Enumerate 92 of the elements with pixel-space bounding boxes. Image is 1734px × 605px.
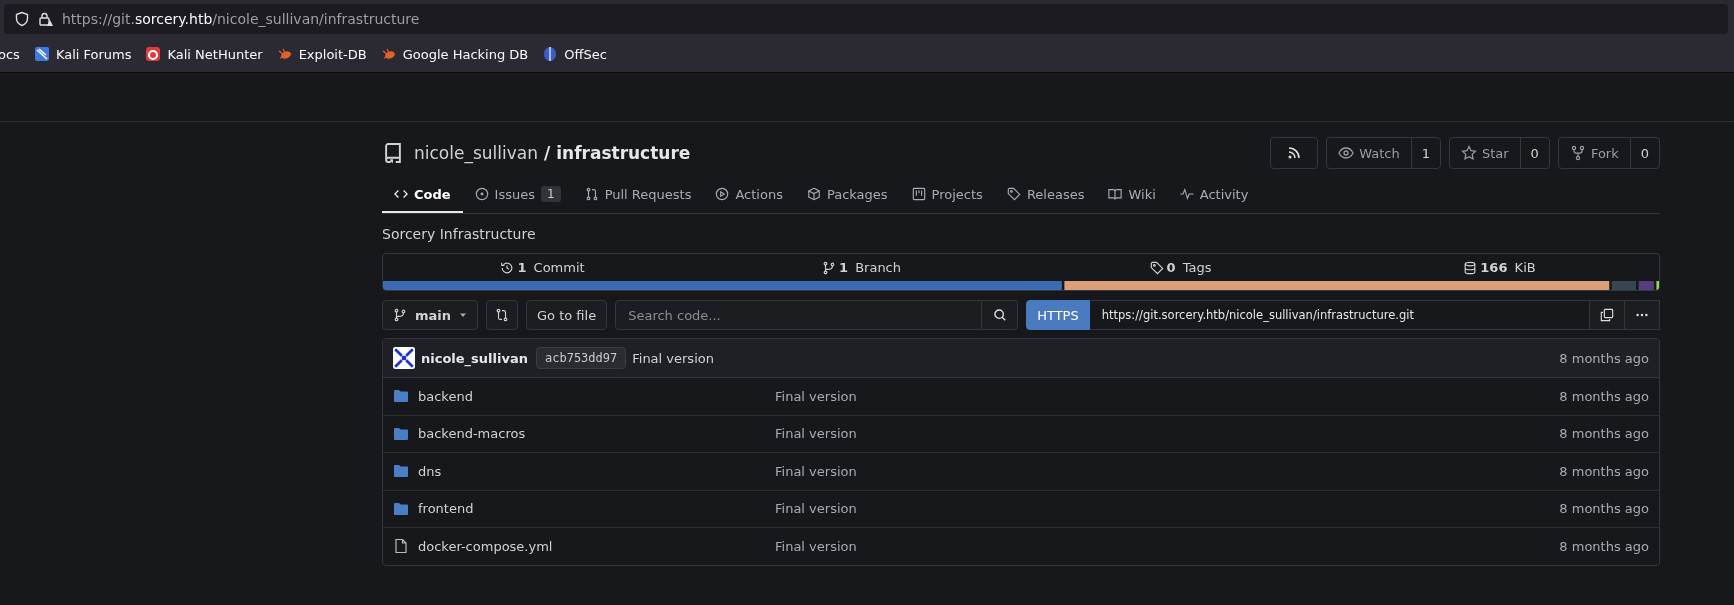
file-name-link[interactable]: docker-compose.yml <box>418 538 553 554</box>
star-icon <box>1460 145 1477 161</box>
owner-link[interactable]: nicole_sullivan <box>414 143 538 163</box>
file-name-link[interactable]: dns <box>418 463 442 479</box>
path-separator: / <box>544 143 551 163</box>
issue-icon <box>474 187 489 201</box>
go-to-file-button[interactable]: Go to file <box>526 300 608 330</box>
repository-tab[interactable]: Wiki <box>1096 177 1168 213</box>
eye-icon <box>1338 145 1355 161</box>
address-bar[interactable]: https://git.sorcery.htb/nicole_sullivan/infrastructure <box>4 4 1728 34</box>
https-button[interactable]: HTTPS <box>1026 300 1090 330</box>
commit-time: 8 months ago <box>1559 538 1649 554</box>
lock-warning-icon <box>38 11 54 27</box>
repository-tab[interactable]: Projects <box>899 177 995 213</box>
bug-icon <box>276 46 293 62</box>
repository-stat-link[interactable]: 166 KiB <box>1340 260 1659 275</box>
repository-stat-link[interactable]: 0 Tags <box>1021 260 1340 275</box>
repository-stat-link[interactable]: 1 Commit <box>383 260 702 275</box>
commit-message-link[interactable]: Final version <box>632 350 714 366</box>
database-icon <box>1463 260 1478 275</box>
play-icon <box>715 187 730 201</box>
copy-icon <box>1600 308 1614 322</box>
fork-button[interactable]: Fork <box>1558 138 1630 168</box>
commit-message-link[interactable]: Final version <box>775 426 857 442</box>
book-icon <box>1108 187 1123 201</box>
compare-button[interactable] <box>486 300 519 330</box>
pulse-icon <box>1179 187 1194 201</box>
commit-message-link[interactable]: Final version <box>775 463 857 479</box>
tag-icon <box>1149 260 1164 275</box>
file-icon <box>393 538 409 555</box>
repository-tab[interactable]: Pull Requests <box>572 177 704 213</box>
star-button[interactable]: Star <box>1449 138 1520 168</box>
bookmark-link[interactable]: Exploit-DB <box>276 46 367 62</box>
folder-icon <box>393 500 409 517</box>
commit-time: 8 months ago <box>1559 388 1649 404</box>
commit-time: 8 months ago <box>1559 426 1649 442</box>
commit-author-link[interactable]: nicole_sullivan <box>421 350 528 366</box>
file-name-link[interactable]: backend-macros <box>418 426 526 442</box>
count-link[interactable]: 0 <box>1519 138 1549 168</box>
repository-tab[interactable]: Packages <box>794 177 900 213</box>
repository-tab[interactable]: Activity <box>1167 177 1261 213</box>
caret-icon <box>459 311 468 319</box>
commit-time: 8 months ago <box>1559 501 1649 517</box>
count-link[interactable]: 0 <box>1629 138 1659 168</box>
search-code-field[interactable]: Search code... <box>615 300 983 330</box>
repository-tab[interactable]: Releases <box>994 177 1097 213</box>
search-icon <box>992 308 1007 322</box>
rss-icon <box>1286 145 1303 161</box>
commit-sha-button[interactable]: acb753dd97 <box>536 347 627 369</box>
commit-message-link[interactable]: Final version <box>775 388 857 404</box>
compare-icon <box>495 308 510 322</box>
user-avatar <box>393 347 415 369</box>
pull-request-icon <box>584 187 599 201</box>
repository-tab[interactable]: Actions <box>703 177 795 213</box>
commit-time: 8 months ago <box>1559 463 1649 479</box>
branch-icon <box>821 260 836 275</box>
branch-icon <box>393 308 407 322</box>
bookmark-link[interactable]: Google Hacking DB <box>380 46 529 62</box>
watch-button[interactable]: Watch <box>1327 138 1411 168</box>
bookmark-link[interactable]: OffSec <box>542 46 607 62</box>
commit-time: 8 months ago <box>1559 350 1649 366</box>
branch-dropdown[interactable]: main <box>382 300 479 330</box>
commit-message-link[interactable]: Final version <box>775 538 857 554</box>
folder-icon <box>393 463 409 480</box>
count-link[interactable]: 1 <box>1410 138 1440 168</box>
bookmark-link[interactable]: Kali NetHunter <box>145 46 263 62</box>
search-button[interactable] <box>982 300 1019 330</box>
clone-url-field[interactable]: https://git.sorcery.htb/nicole_sullivan/infrastructure.git <box>1089 300 1590 330</box>
code-icon <box>394 187 408 201</box>
fork-icon <box>1569 145 1586 161</box>
file-name-link[interactable]: backend <box>418 388 473 404</box>
repository-icon <box>382 142 404 164</box>
commit-message-link[interactable]: Final version <box>775 501 857 517</box>
tag-icon <box>1006 187 1021 201</box>
repository-name-link[interactable]: infrastructure <box>556 143 691 163</box>
history-icon <box>500 260 515 275</box>
copy-button[interactable] <box>1590 300 1625 330</box>
repository-tab[interactable]: Code <box>382 177 463 213</box>
folder-icon <box>393 425 409 442</box>
repository-description: Sorcery Infrastructure <box>382 226 537 242</box>
repository-stat-link[interactable]: 1 Branch <box>702 260 1021 275</box>
rss-feed-button[interactable] <box>1270 137 1319 169</box>
file-name-link[interactable]: frontend <box>418 501 474 517</box>
repository-tab[interactable]: Issues 1 <box>462 177 573 213</box>
bug-icon <box>380 46 397 62</box>
url-text: https://git.sorcery.htb/nicole_sullivan/infrastructure <box>62 11 420 27</box>
project-board-icon <box>911 187 926 201</box>
issue-count-badge: 1 <box>541 186 561 202</box>
shield-icon <box>14 11 30 27</box>
package-icon <box>806 187 821 201</box>
folder-icon <box>393 388 409 405</box>
bookmark-link[interactable]: Kali Forums <box>33 46 132 62</box>
